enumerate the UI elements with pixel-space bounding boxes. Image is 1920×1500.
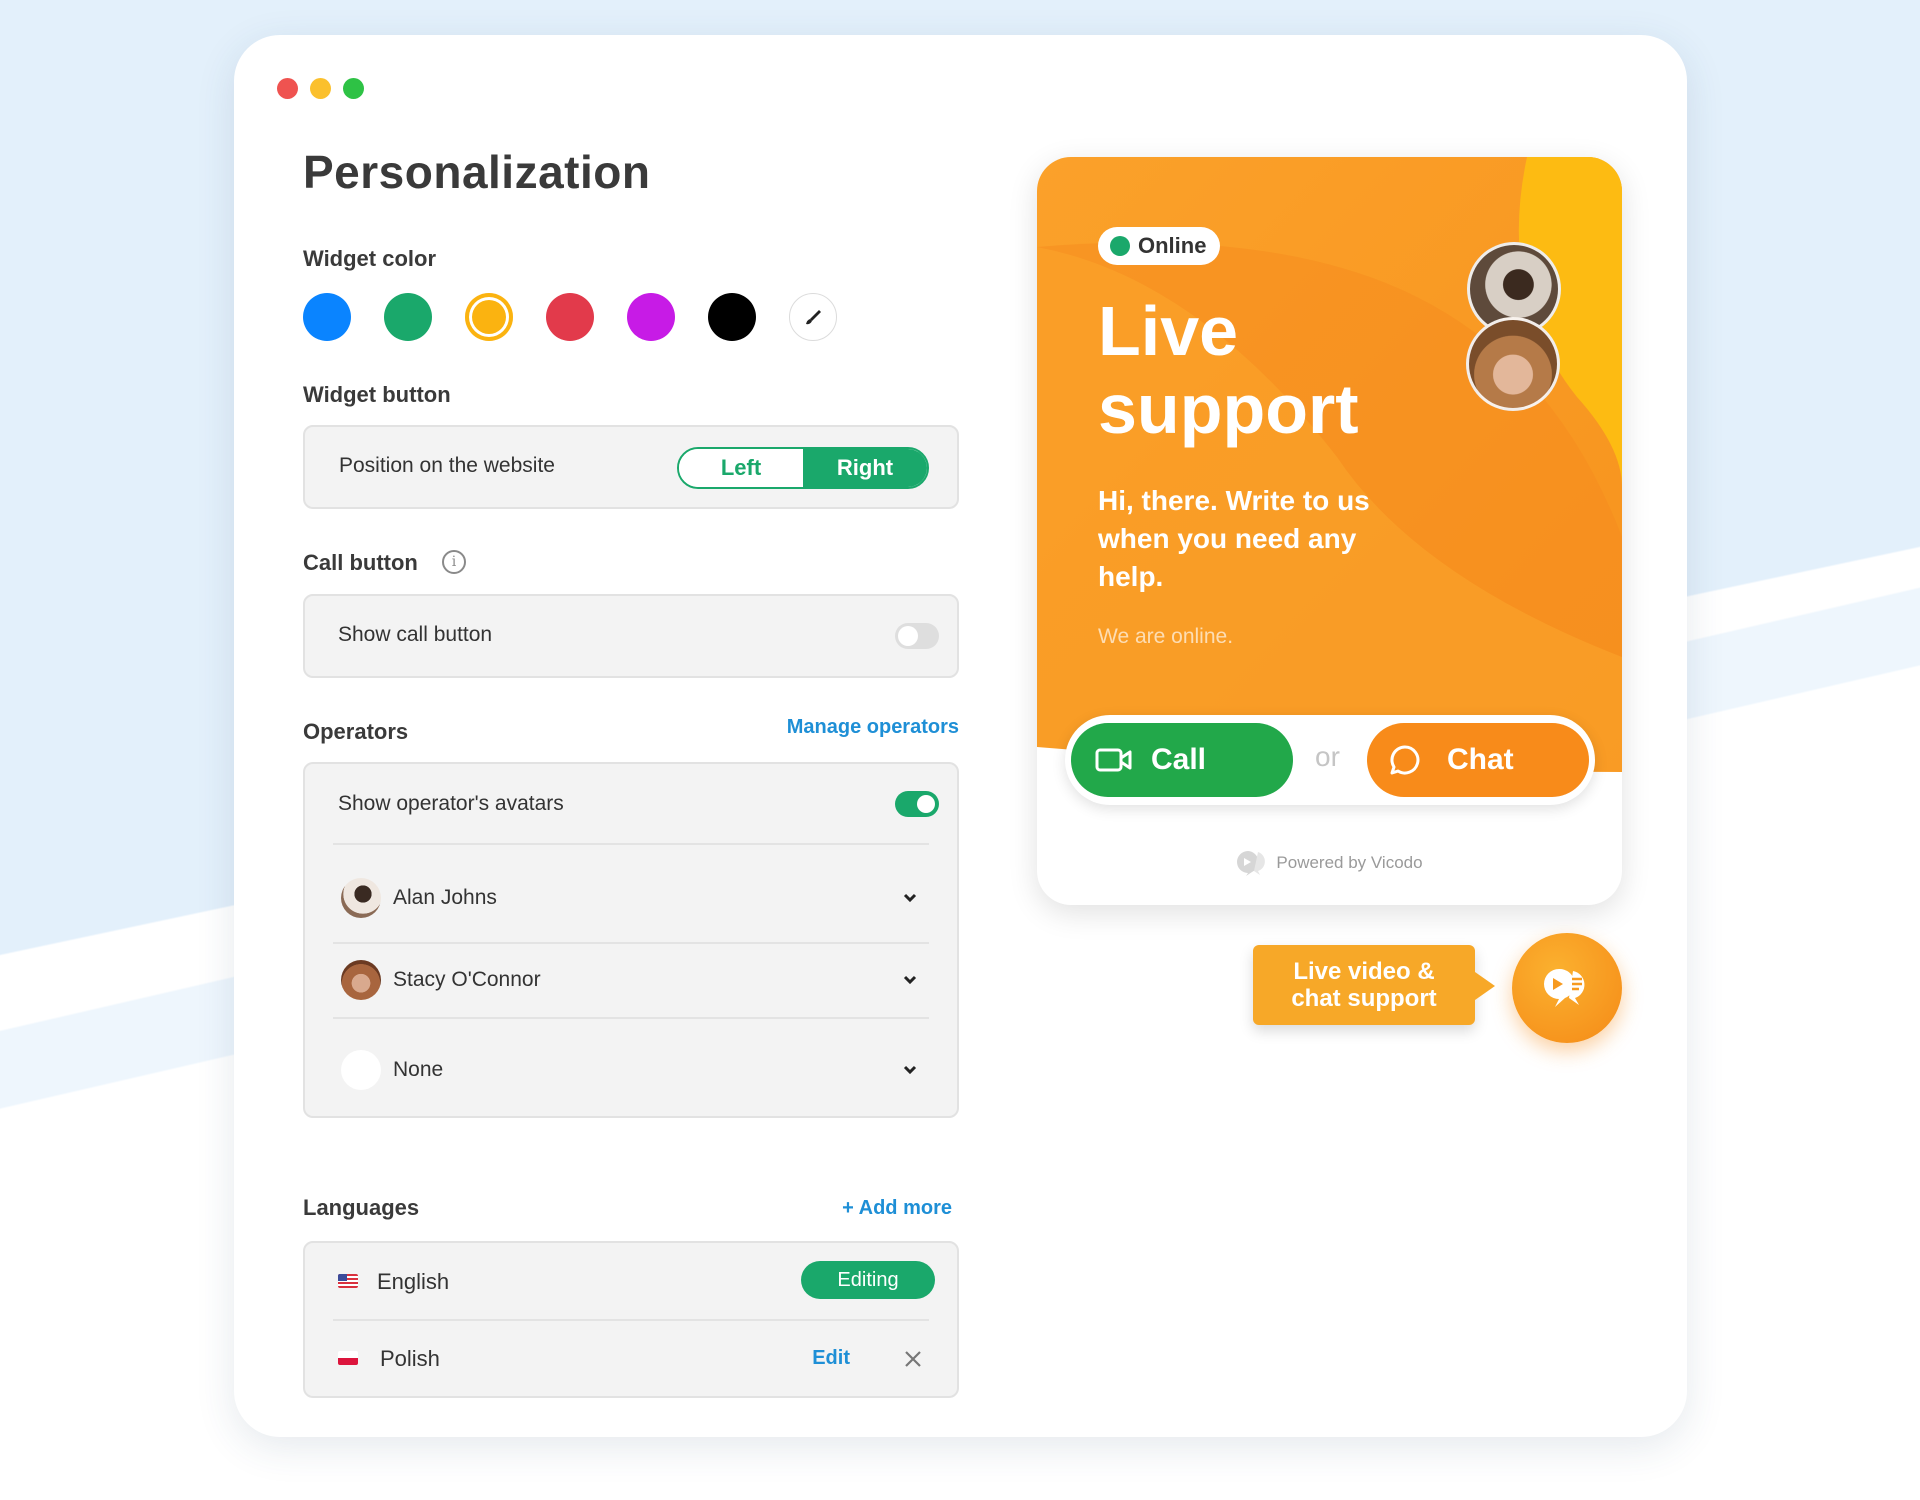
maximize-window-button[interactable]	[343, 78, 364, 99]
show-avatars-toggle[interactable]	[895, 791, 939, 817]
operator-name: Alan Johns	[393, 886, 497, 909]
widget-button-label: Widget button	[303, 382, 451, 407]
minimize-window-button[interactable]	[310, 78, 331, 99]
widget-color-label: Widget color	[303, 246, 437, 271]
online-status-text: Online	[1138, 233, 1207, 258]
manage-operators-link[interactable]: Manage operators	[787, 716, 959, 739]
widget-hero: Online Live support Hi, there. Write to …	[1037, 157, 1622, 777]
editing-badge[interactable]: Editing	[801, 1261, 935, 1299]
swatch-green[interactable]	[384, 293, 432, 341]
custom-color-picker[interactable]	[789, 293, 837, 341]
add-language-link[interactable]: + Add more	[842, 1197, 952, 1220]
languages-label: Languages	[303, 1195, 420, 1220]
operator-row-none[interactable]: None	[305, 1048, 957, 1092]
launcher-tooltip[interactable]: Live video & chat support	[1253, 945, 1495, 1025]
window-controls	[277, 78, 364, 99]
chat-bubble-icon	[1390, 745, 1420, 775]
divider	[333, 843, 929, 845]
show-call-button-toggle[interactable]	[895, 623, 939, 649]
show-avatars-label: Show operator's avatars	[338, 792, 564, 815]
info-icon[interactable]: i	[442, 550, 466, 574]
operator-row-stacy[interactable]: Stacy O'Connor	[305, 958, 957, 1002]
launcher-button[interactable]	[1512, 933, 1622, 1043]
divider	[333, 1017, 929, 1019]
call-button-panel: Show call button	[303, 594, 959, 678]
operator-avatar	[1466, 317, 1560, 411]
widget-subtitle: Hi, there. Write to us when you need any…	[1098, 485, 1370, 592]
widget-status-text: We are online.	[1098, 625, 1234, 648]
swatch-blue[interactable]	[303, 293, 351, 341]
position-toggle: Left Right	[677, 447, 929, 489]
avatar	[341, 960, 381, 1000]
chat-label: Chat	[1447, 743, 1514, 776]
online-dot-icon	[1110, 236, 1130, 256]
or-separator: or	[1315, 741, 1340, 772]
divider	[333, 1319, 929, 1321]
swatch-purple[interactable]	[627, 293, 675, 341]
online-status-pill: Online	[1098, 227, 1221, 265]
brush-icon	[806, 310, 821, 325]
swatch-yellow-selected[interactable]	[465, 293, 513, 341]
widget-title: Live support	[1098, 292, 1359, 448]
chevron-down-icon[interactable]	[901, 1061, 919, 1079]
languages-panel: English Editing Polish Edit	[303, 1241, 959, 1398]
avatar	[341, 878, 381, 918]
avatar-placeholder	[341, 1050, 381, 1090]
position-left-option[interactable]: Left	[679, 449, 803, 487]
launcher-tooltip-text: Live video & chat support	[1291, 958, 1437, 1012]
operators-panel: Show operator's avatars Alan Johns Stacy…	[303, 762, 959, 1118]
position-right-option[interactable]: Right	[803, 449, 927, 487]
language-name: English	[377, 1269, 450, 1294]
close-window-button[interactable]	[277, 78, 298, 99]
edit-language-link[interactable]: Edit	[812, 1347, 850, 1370]
show-call-button-label: Show call button	[338, 623, 493, 646]
video-camera-icon	[1095, 748, 1132, 772]
operators-label: Operators	[303, 719, 409, 744]
call-label: Call	[1151, 743, 1207, 776]
powered-by-text: Powered by Vicodo	[1276, 853, 1423, 872]
close-icon[interactable]	[903, 1349, 923, 1369]
us-flag-icon	[338, 1274, 358, 1288]
cta-bar: Call or Chat	[1065, 715, 1595, 805]
chevron-down-icon[interactable]	[901, 971, 919, 989]
widget-button-panel: Position on the website Left Right	[303, 425, 959, 509]
page-title: Personalization	[303, 146, 651, 198]
operator-name: Stacy O'Connor	[393, 968, 541, 991]
color-swatches	[303, 293, 837, 341]
operator-row-alan[interactable]: Alan Johns	[305, 876, 957, 920]
chevron-down-icon[interactable]	[901, 889, 919, 907]
language-name: Polish	[380, 1346, 440, 1371]
vicodo-chat-icon	[1544, 968, 1585, 1007]
call-button-label: Call button	[303, 550, 418, 575]
swatch-red[interactable]	[546, 293, 594, 341]
swatch-black[interactable]	[708, 293, 756, 341]
pl-flag-icon	[338, 1351, 358, 1365]
operator-name: None	[393, 1058, 444, 1081]
widget-preview: Online Live support Hi, there. Write to …	[1037, 157, 1622, 905]
vicodo-logo-icon	[1237, 851, 1266, 876]
position-label: Position on the website	[339, 454, 555, 477]
chat-button[interactable]: Chat	[1367, 723, 1589, 797]
app-window: Personalization Widget color Widget butt…	[234, 35, 1687, 1437]
call-button[interactable]: Call	[1071, 723, 1293, 797]
powered-by: Powered by Vicodo	[1037, 849, 1622, 877]
divider	[333, 942, 929, 944]
